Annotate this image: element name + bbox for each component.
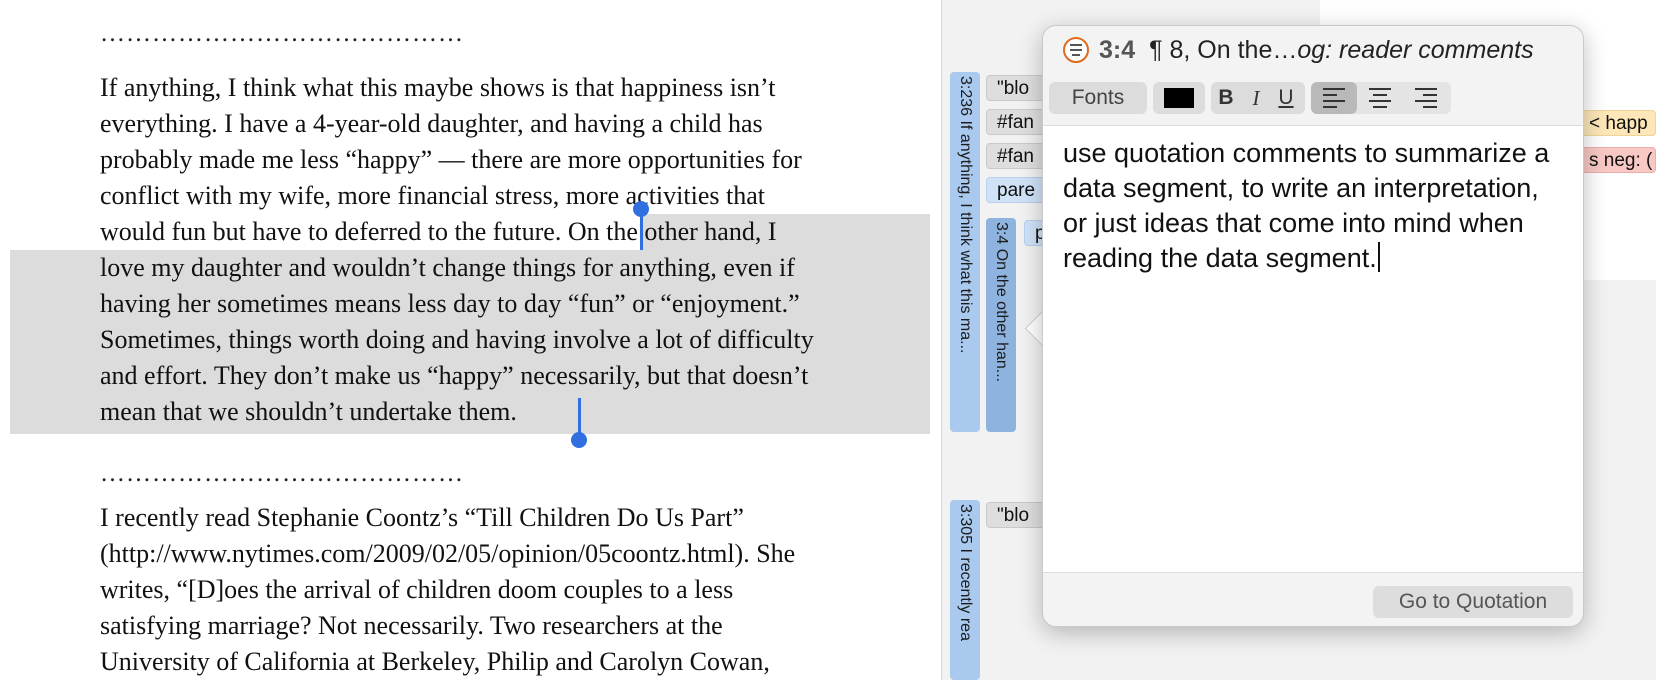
text-line: conflict with my wife, more financial st… — [100, 181, 765, 210]
fonts-button[interactable]: Fonts — [1049, 82, 1147, 114]
popover-title: 3:4 ¶ 8, On the… og: reader comments — [1063, 32, 1534, 68]
text-line: I recently read Stephanie Coontz’s “Till… — [100, 503, 744, 532]
selection-end-handle[interactable] — [571, 432, 587, 448]
quotation-bracket-3-236[interactable]: 3:236 If anything, I think what this ma.… — [950, 72, 980, 432]
code-tag[interactable]: "blo — [986, 502, 1046, 528]
text-line: University of California at Berkeley, Ph… — [100, 647, 770, 676]
style-segment: B I U — [1211, 82, 1305, 114]
comment-editor[interactable]: use quotation comments to summarize a da… — [1043, 125, 1583, 573]
code-tag[interactable]: #fan — [986, 143, 1046, 169]
quotation-label: 3:305 I recently rea — [957, 504, 974, 641]
bold-button[interactable]: B — [1211, 82, 1241, 114]
comment-text-container: use quotation comments to summarize a da… — [1063, 136, 1563, 276]
quotation-label: 3:236 If anything, I think what this ma.… — [957, 76, 974, 354]
text-line: (http://www.nytimes.com/2009/02/05/opini… — [100, 539, 796, 568]
document-pane[interactable]: …………………………………… If anything, I think what… — [0, 0, 940, 680]
selection-start-caret — [640, 210, 643, 250]
comment-text: use quotation comments to summarize a da… — [1063, 138, 1550, 273]
text-line: writes, “[D]oes the arrival of children … — [100, 575, 734, 604]
text-line: satisfying marriage? Not necessarily. Tw… — [100, 611, 723, 640]
italic-button[interactable]: I — [1241, 82, 1271, 114]
paragraph-quote-3-305[interactable]: I recently read Stephanie Coontz’s “Till… — [100, 500, 930, 680]
paragraph-quote-3-236[interactable]: If anything, I think what this maybe sho… — [100, 70, 930, 430]
code-tag[interactable]: s neg: ( — [1578, 147, 1656, 173]
comment-icon — [1063, 37, 1089, 63]
quotation-reference: ¶ 8, On the… — [1149, 35, 1298, 64]
code-tag[interactable]: < happ — [1578, 110, 1656, 136]
underline-button[interactable]: U — [1271, 82, 1301, 114]
separator: …………………………………… — [100, 20, 464, 47]
text-line: If anything, I think what this maybe sho… — [100, 73, 776, 102]
text-line: everything. I have a 4-year-old daughter… — [100, 109, 763, 138]
text-caret — [1377, 242, 1380, 272]
text-line: love my daughter and wouldn’t change thi… — [100, 253, 795, 282]
align-left-icon — [1323, 88, 1345, 108]
quotation-id: 3:4 — [1099, 35, 1136, 64]
quotation-comment-popover[interactable]: 3:4 ¶ 8, On the… og: reader comments Fon… — [1042, 25, 1584, 627]
text-line: probably made me less “happy” — there ar… — [100, 145, 802, 174]
text-color-button[interactable] — [1153, 82, 1205, 114]
color-swatch — [1164, 88, 1194, 108]
code-tag[interactable]: "blo — [986, 75, 1046, 101]
alignment-segment — [1311, 82, 1451, 114]
text-line: Sometimes, things worth doing and having… — [100, 325, 814, 354]
document-name: og: reader comments — [1297, 35, 1534, 64]
text-line: having her sometimes means less day to d… — [100, 289, 800, 318]
text-line: would fun but have to deferred to the fu… — [100, 217, 777, 246]
align-center-icon — [1369, 88, 1391, 108]
text-line: mean that we shouldn’t undertake them. — [100, 397, 517, 426]
text-line: and effort. They don’t make us “happy” n… — [100, 361, 809, 390]
align-center-button[interactable] — [1357, 82, 1403, 114]
quotation-bracket-3-305[interactable]: 3:305 I recently rea — [950, 500, 980, 680]
separator: …………………………………… — [100, 460, 464, 487]
code-tag[interactable]: pare — [986, 177, 1046, 203]
align-right-button[interactable] — [1403, 82, 1449, 114]
quotation-bracket-3-4[interactable]: 3:4 On the other han... — [986, 218, 1016, 432]
align-right-icon — [1415, 88, 1437, 108]
quotation-label: 3:4 On the other han... — [993, 222, 1010, 383]
code-tag[interactable]: #fan — [986, 109, 1046, 135]
align-left-button[interactable] — [1311, 82, 1357, 114]
format-toolbar: Fonts B I U — [1043, 76, 1583, 120]
go-to-quotation-button[interactable]: Go to Quotation — [1373, 586, 1573, 618]
